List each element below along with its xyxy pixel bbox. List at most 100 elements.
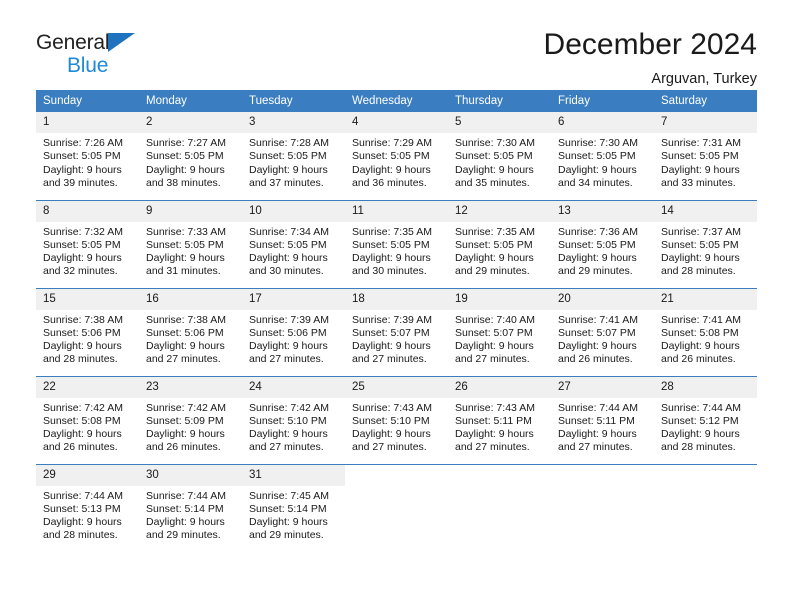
day-number: 30 [139,464,242,486]
sunset-time: Sunset: 5:06 PM [249,326,327,339]
daylight-duration-line1: Daylight: 9 hours [146,163,225,176]
calendar-day-cell[interactable]: 5 Sunrise: 7:30 AM Sunset: 5:05 PM Daylight… [448,112,551,200]
day-details: Sunrise: 7:42 AM Sunset: 5:10 PM Daylight:… [242,397,345,464]
day-details: Sunrise: 7:30 AM Sunset: 5:05 PM Daylight:… [448,133,551,199]
daylight-duration-line2: and 31 minutes. [146,265,221,278]
day-number: 5 [448,112,551,133]
daylight-duration-line2: and 33 minutes. [661,176,736,189]
calendar-day-cell[interactable]: 29 Sunrise: 7:44 AM Sunset: 5:13 PM Dayligh… [36,463,139,552]
day-details [448,485,551,552]
daylight-duration-line2: and 39 minutes. [43,176,118,189]
calendar-day-cell[interactable]: 6 Sunrise: 7:30 AM Sunset: 5:05 PM Daylight… [551,112,654,200]
sunrise-time: Sunrise: 7:38 AM [146,313,226,326]
sunrise-time: Sunrise: 7:42 AM [249,401,329,414]
sunrise-time: Sunrise: 7:39 AM [249,313,329,326]
sunset-time: Sunset: 5:07 PM [352,326,430,339]
day-details [551,485,654,552]
sunset-time: Sunset: 5:05 PM [455,150,533,163]
daylight-duration-line2: and 30 minutes. [352,265,427,278]
day-number: 10 [242,200,345,222]
calendar-day-cell[interactable]: 3 Sunrise: 7:28 AM Sunset: 5:05 PM Daylight… [242,112,345,200]
page-subtitle-location: Arguvan, Turkey [651,71,757,87]
day-details [345,485,448,552]
daylight-duration-line1: Daylight: 9 hours [43,516,122,529]
day-number: 19 [448,288,551,310]
day-details: Sunrise: 7:30 AM Sunset: 5:05 PM Daylight:… [551,133,654,199]
daylight-duration-line2: and 27 minutes. [352,441,427,454]
calendar-day-cell[interactable]: 8 Sunrise: 7:32 AM Sunset: 5:05 PM Daylight… [36,199,139,288]
calendar-day-cell[interactable]: 24 Sunrise: 7:42 AM Sunset: 5:10 PM Dayligh… [242,375,345,464]
day-details: Sunrise: 7:45 AM Sunset: 5:14 PM Daylight:… [242,485,345,552]
sunrise-time: Sunrise: 7:35 AM [352,225,432,238]
sunset-time: Sunset: 5:10 PM [352,414,430,427]
sunset-time: Sunset: 5:11 PM [455,414,532,427]
calendar-week-row: 15 Sunrise: 7:38 AM Sunset: 5:06 PM Dayligh… [36,287,757,376]
sunset-time: Sunset: 5:05 PM [352,238,430,251]
calendar-day-cell[interactable]: 11 Sunrise: 7:35 AM Sunset: 5:05 PM Dayligh… [345,199,448,288]
calendar-day-cell[interactable]: 31 Sunrise: 7:45 AM Sunset: 5:14 PM Dayligh… [242,463,345,552]
calendar-week-row: 1 Sunrise: 7:26 AM Sunset: 5:05 PM Daylight… [36,112,757,200]
day-number: 22 [36,376,139,398]
calendar-day-cell[interactable]: 9 Sunrise: 7:33 AM Sunset: 5:05 PM Daylight… [139,199,242,288]
day-details: Sunrise: 7:37 AM Sunset: 5:05 PM Daylight:… [654,221,757,288]
column-header-thursday: Thursday [448,90,551,112]
sunset-time: Sunset: 5:13 PM [43,502,121,515]
sunset-time: Sunset: 5:05 PM [146,238,224,251]
daylight-duration-line2: and 28 minutes. [43,353,118,366]
daylight-duration-line1: Daylight: 9 hours [455,340,534,353]
calendar-day-cell[interactable]: 19 Sunrise: 7:40 AM Sunset: 5:07 PM Dayligh… [448,287,551,376]
day-number: 31 [242,464,345,486]
calendar-day-cell[interactable]: 7 Sunrise: 7:31 AM Sunset: 5:05 PM Daylight… [654,112,757,200]
day-details: Sunrise: 7:29 AM Sunset: 5:05 PM Daylight:… [345,133,448,199]
calendar-day-cell[interactable]: 2 Sunrise: 7:27 AM Sunset: 5:05 PM Daylight… [139,112,242,200]
day-details: Sunrise: 7:41 AM Sunset: 5:08 PM Daylight:… [654,309,757,376]
daylight-duration-line1: Daylight: 9 hours [146,428,225,441]
calendar-day-cell[interactable]: 15 Sunrise: 7:38 AM Sunset: 5:06 PM Dayligh… [36,287,139,376]
calendar-day-cell[interactable]: 4 Sunrise: 7:29 AM Sunset: 5:05 PM Daylight… [345,112,448,200]
calendar-day-cell[interactable]: 23 Sunrise: 7:42 AM Sunset: 5:09 PM Dayligh… [139,375,242,464]
logo-text-general: General [36,31,110,54]
calendar-day-cell[interactable]: 10 Sunrise: 7:34 AM Sunset: 5:05 PM Dayligh… [242,199,345,288]
sunset-time: Sunset: 5:05 PM [249,238,327,251]
day-number: 4 [345,112,448,133]
calendar-day-cell[interactable]: 27 Sunrise: 7:44 AM Sunset: 5:11 PM Dayligh… [551,375,654,464]
calendar-day-cell[interactable]: 12 Sunrise: 7:35 AM Sunset: 5:05 PM Dayligh… [448,199,551,288]
sunset-time: Sunset: 5:05 PM [558,238,636,251]
calendar-day-cell[interactable]: 13 Sunrise: 7:36 AM Sunset: 5:05 PM Dayligh… [551,199,654,288]
calendar-day-cell[interactable]: 22 Sunrise: 7:42 AM Sunset: 5:08 PM Dayligh… [36,375,139,464]
page-header: General Blue December 2024 Arguvan, Turk… [0,0,792,87]
calendar-day-cell[interactable]: 30 Sunrise: 7:44 AM Sunset: 5:14 PM Dayligh… [139,463,242,552]
calendar-day-cell[interactable]: 16 Sunrise: 7:38 AM Sunset: 5:06 PM Dayligh… [139,287,242,376]
day-number: 17 [242,288,345,310]
day-number: 23 [139,376,242,398]
daylight-duration-line2: and 38 minutes. [146,176,221,189]
sunset-time: Sunset: 5:05 PM [455,238,533,251]
calendar-day-cell[interactable]: 17 Sunrise: 7:39 AM Sunset: 5:06 PM Dayligh… [242,287,345,376]
calendar-day-cell[interactable]: 18 Sunrise: 7:39 AM Sunset: 5:07 PM Dayligh… [345,287,448,376]
calendar-day-cell[interactable]: 20 Sunrise: 7:41 AM Sunset: 5:07 PM Dayligh… [551,287,654,376]
daylight-duration-line1: Daylight: 9 hours [661,252,740,265]
sunrise-time: Sunrise: 7:38 AM [43,313,123,326]
calendar-page: General Blue December 2024 Arguvan, Turk… [0,0,792,612]
day-details: Sunrise: 7:40 AM Sunset: 5:07 PM Daylight:… [448,309,551,376]
daylight-duration-line1: Daylight: 9 hours [455,163,534,176]
daylight-duration-line1: Daylight: 9 hours [352,163,431,176]
day-details: Sunrise: 7:43 AM Sunset: 5:10 PM Daylight:… [345,397,448,464]
daylight-duration-line1: Daylight: 9 hours [352,340,431,353]
day-details: Sunrise: 7:26 AM Sunset: 5:05 PM Daylight:… [36,133,139,199]
daylight-duration-line1: Daylight: 9 hours [249,516,328,529]
calendar-day-cell[interactable]: 25 Sunrise: 7:43 AM Sunset: 5:10 PM Dayligh… [345,375,448,464]
column-header-saturday: Saturday [654,90,757,112]
day-number: 1 [36,112,139,133]
calendar-day-cell[interactable]: 1 Sunrise: 7:26 AM Sunset: 5:05 PM Daylight… [36,112,139,200]
calendar-day-cell[interactable]: 26 Sunrise: 7:43 AM Sunset: 5:11 PM Dayligh… [448,375,551,464]
calendar-day-cell[interactable]: 21 Sunrise: 7:41 AM Sunset: 5:08 PM Dayligh… [654,287,757,376]
sunrise-time: Sunrise: 7:41 AM [661,313,741,326]
daylight-duration-line1: Daylight: 9 hours [661,340,740,353]
daylight-duration-line2: and 37 minutes. [249,176,324,189]
daylight-duration-line2: and 28 minutes. [43,529,118,542]
day-number: 21 [654,288,757,310]
sunrise-time: Sunrise: 7:42 AM [43,401,123,414]
calendar-day-cell[interactable]: 28 Sunrise: 7:44 AM Sunset: 5:12 PM Dayligh… [654,375,757,464]
calendar-day-cell[interactable]: 14 Sunrise: 7:37 AM Sunset: 5:05 PM Dayligh… [654,199,757,288]
